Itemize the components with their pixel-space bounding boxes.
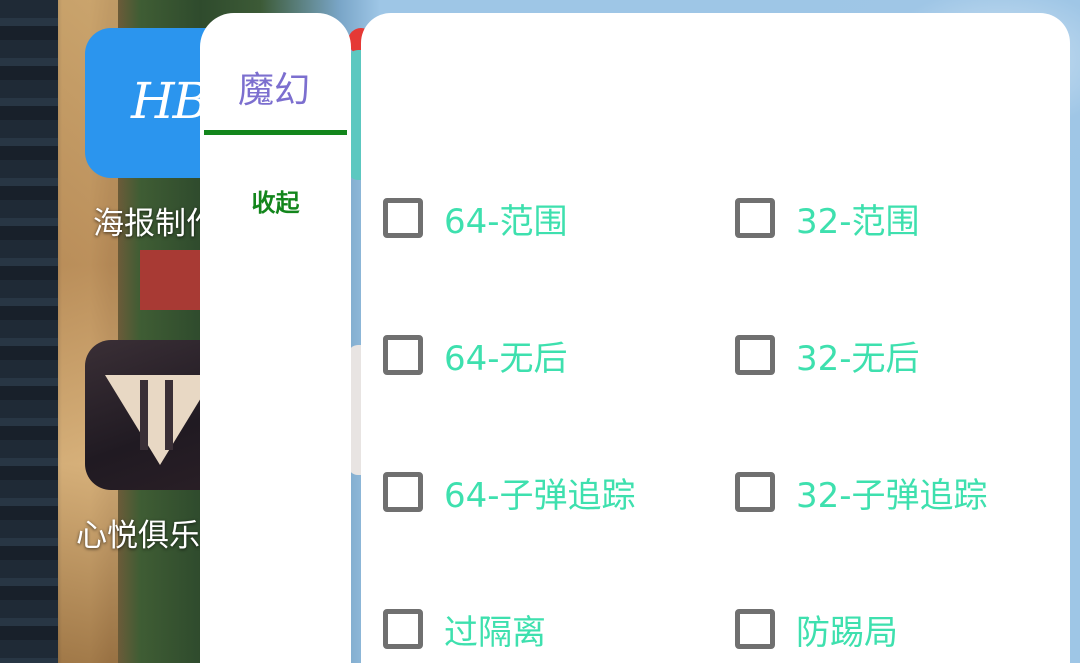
checkbox[interactable] — [383, 472, 423, 512]
app-label-xinyue: 心悦俱乐 — [76, 518, 200, 554]
option-64-bullet-tracking[interactable]: 64-子弹追踪 — [383, 467, 636, 517]
option-label: 32-无后 — [796, 338, 920, 379]
options-panel: 64-范围 32-范围 64-无后 32-无后 64-子弹追踪 32-子弹追踪 … — [361, 13, 1070, 663]
xinyue-logo-stripe — [165, 380, 173, 450]
option-label: 防踢局 — [796, 612, 898, 653]
menu-sidebar: 魔幻 收起 — [200, 13, 351, 663]
checkbox[interactable] — [383, 198, 423, 238]
checkbox[interactable] — [735, 472, 775, 512]
app-icon-haibao-glyph: HB — [131, 72, 209, 130]
option-label: 64-无后 — [444, 338, 568, 379]
xinyue-logo-icon — [105, 375, 215, 465]
option-32-range[interactable]: 32-范围 — [735, 193, 920, 243]
option-label: 64-范围 — [444, 201, 568, 242]
checkbox[interactable] — [735, 198, 775, 238]
option-label: 过隔离 — [444, 612, 546, 653]
screen: HB 海报制作 心悦俱乐 魔幻 收起 64-范围 32-范围 64-无后 32-… — [0, 0, 1080, 663]
option-32-no-recoil[interactable]: 32-无后 — [735, 330, 920, 380]
option-anti-kick[interactable]: 防踢局 — [735, 604, 898, 654]
collapse-button[interactable]: 收起 — [200, 183, 351, 218]
option-label: 64-子弹追踪 — [444, 475, 636, 516]
checkbox[interactable] — [735, 335, 775, 375]
option-bypass-isolation[interactable]: 过隔离 — [383, 604, 546, 654]
option-label: 32-子弹追踪 — [796, 475, 988, 516]
checkbox[interactable] — [735, 609, 775, 649]
app-label-haibao: 海报制作 — [93, 206, 217, 242]
tab-active-indicator — [204, 130, 347, 135]
checkbox[interactable] — [383, 609, 423, 649]
option-32-bullet-tracking[interactable]: 32-子弹追踪 — [735, 467, 988, 517]
option-label: 32-范围 — [796, 201, 920, 242]
xinyue-logo-stripe — [140, 380, 148, 450]
option-64-no-recoil[interactable]: 64-无后 — [383, 330, 568, 380]
option-64-range[interactable]: 64-范围 — [383, 193, 568, 243]
tab-mohuan[interactable]: 魔幻 — [200, 61, 348, 113]
wallpaper-left-strip — [0, 0, 58, 663]
checkbox[interactable] — [383, 335, 423, 375]
